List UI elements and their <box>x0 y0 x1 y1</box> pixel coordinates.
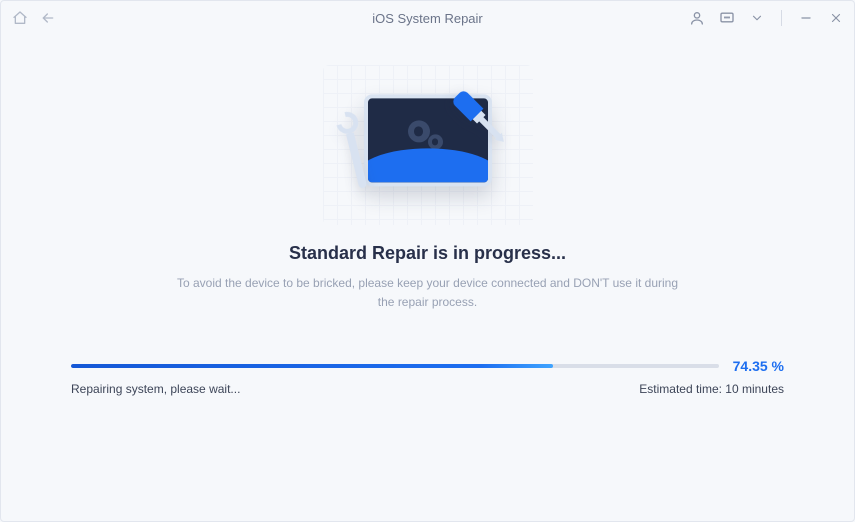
progress-status-text: Repairing system, please wait... <box>71 382 240 396</box>
repair-illustration <box>323 65 533 225</box>
progress-estimated-time: Estimated time: 10 minutes <box>639 382 784 396</box>
gear-icon <box>408 120 430 142</box>
chevron-down-icon[interactable] <box>749 10 765 26</box>
titlebar-divider <box>781 10 782 26</box>
title-bar: iOS System Repair <box>1 1 854 35</box>
progress-percent: 74.35 % <box>733 358 784 374</box>
back-icon[interactable] <box>39 9 57 27</box>
close-icon[interactable] <box>828 10 844 26</box>
gear-icon <box>428 134 443 149</box>
minimize-icon[interactable] <box>798 10 814 26</box>
user-icon[interactable] <box>689 10 705 26</box>
progress-bar <box>71 364 719 368</box>
page-title: Standard Repair is in progress... <box>61 243 794 264</box>
main-content: Standard Repair is in progress... To avo… <box>1 35 854 396</box>
home-icon[interactable] <box>11 9 29 27</box>
page-subtitle: To avoid the device to be bricked, pleas… <box>168 274 688 312</box>
progress-fill <box>71 364 553 368</box>
feedback-icon[interactable] <box>719 10 735 26</box>
